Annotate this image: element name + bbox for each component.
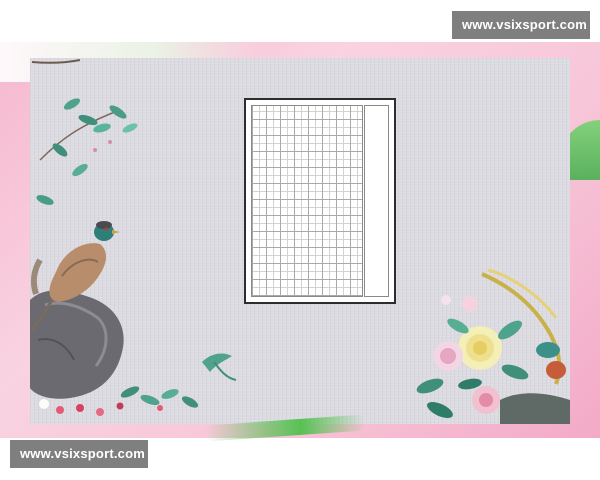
small-bird-icon xyxy=(202,353,237,381)
leafy-branch-icon xyxy=(31,59,138,205)
grid-writing-sheet xyxy=(244,98,396,304)
peony-flowers-icon xyxy=(416,268,570,424)
sheet-side-margin xyxy=(364,105,389,297)
grid-cells xyxy=(251,105,363,297)
pheasant-on-rock-icon xyxy=(30,221,199,416)
watermark-bottom: www.vsixsport.com xyxy=(10,440,148,468)
poster-stage: www.vsixsport.com www.vsixsport.com xyxy=(0,0,600,480)
watermark-top: www.vsixsport.com xyxy=(452,11,590,39)
